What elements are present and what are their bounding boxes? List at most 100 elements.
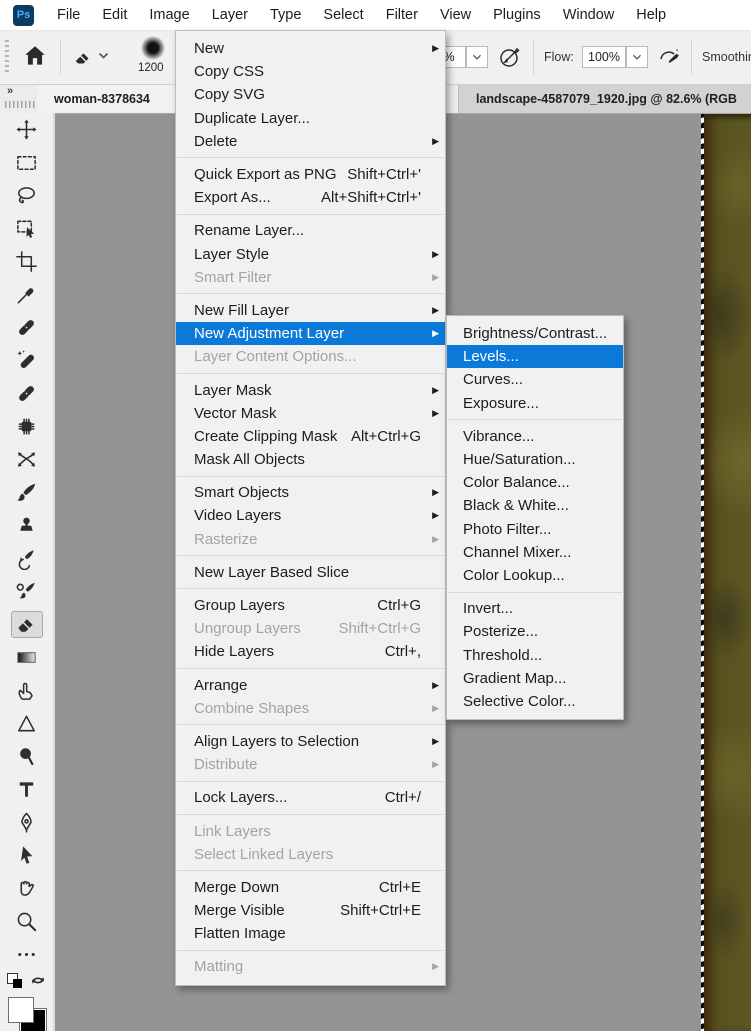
menu-item-create-clipping-mask[interactable]: Create Clipping Mask Alt+Ctrl+G bbox=[176, 425, 445, 448]
tool-gradient[interactable] bbox=[11, 644, 43, 671]
tool-move[interactable] bbox=[11, 116, 43, 143]
flow-value-box[interactable]: 100% bbox=[582, 46, 626, 68]
swap-colors-icon[interactable] bbox=[29, 971, 47, 994]
menu-item-vector-mask[interactable]: Vector Mask ▶ bbox=[176, 402, 445, 425]
menu-item-merge-visible[interactable]: Merge Visible Shift+Ctrl+E bbox=[176, 899, 445, 922]
menu-item-color-balance[interactable]: Color Balance... bbox=[447, 471, 623, 494]
tool-lasso[interactable] bbox=[11, 182, 43, 209]
menu-item-ungroup-layers[interactable]: Ungroup Layers Shift+Ctrl+G bbox=[176, 617, 445, 640]
tool-blur[interactable] bbox=[11, 710, 43, 737]
menubar-item-help[interactable]: Help bbox=[625, 0, 677, 30]
tool-remove[interactable] bbox=[11, 413, 43, 440]
pressure-opacity-icon[interactable] bbox=[498, 45, 522, 69]
brush-preview-icon[interactable] bbox=[141, 36, 165, 60]
tool-rectangular-marquee[interactable] bbox=[11, 149, 43, 176]
menubar-item-image[interactable]: Image bbox=[138, 0, 200, 30]
menubar-item-layer[interactable]: Layer bbox=[201, 0, 259, 30]
opacity-dropdown-button[interactable] bbox=[466, 46, 488, 68]
menu-item-smart-filter[interactable]: Smart Filter ▶ bbox=[176, 266, 445, 289]
flow-dropdown-button[interactable] bbox=[626, 46, 648, 68]
menubar-item-edit[interactable]: Edit bbox=[91, 0, 138, 30]
tool-eyedropper[interactable] bbox=[11, 281, 43, 308]
chevron-down-icon[interactable] bbox=[98, 52, 109, 60]
menu-item-copy-css[interactable]: Copy CSS bbox=[176, 60, 445, 83]
tool-smudge[interactable] bbox=[11, 677, 43, 704]
menu-item-smart-objects[interactable]: Smart Objects ▶ bbox=[176, 481, 445, 504]
tab-landscape-document[interactable]: landscape-4587079_1920.jpg @ 82.6% (RGB bbox=[458, 84, 751, 113]
menu-item-link-layers[interactable]: Link Layers bbox=[176, 819, 445, 842]
menu-item-black-white[interactable]: Black & White... bbox=[447, 494, 623, 517]
menu-item-distribute[interactable]: Distribute ▶ bbox=[176, 753, 445, 776]
menubar-item-view[interactable]: View bbox=[429, 0, 482, 30]
tool-crop[interactable] bbox=[11, 248, 43, 275]
menu-item-invert[interactable]: Invert... bbox=[447, 597, 623, 620]
menu-item-quick-export-as-png[interactable]: Quick Export as PNG Shift+Ctrl+' bbox=[176, 163, 445, 186]
airbrush-icon[interactable] bbox=[657, 45, 681, 69]
menubar-item-window[interactable]: Window bbox=[552, 0, 626, 30]
tool-more-tools[interactable] bbox=[11, 941, 43, 968]
menu-item-matting[interactable]: Matting ▶ bbox=[176, 955, 445, 978]
menu-item-select-linked-layers[interactable]: Select Linked Layers bbox=[176, 843, 445, 866]
default-colors-icon[interactable] bbox=[6, 973, 22, 988]
menubar-item-file[interactable]: File bbox=[46, 0, 91, 30]
tab-woman-document[interactable]: woman-8378634 bbox=[37, 84, 183, 113]
home-icon[interactable] bbox=[22, 43, 48, 69]
menu-item-video-layers[interactable]: Video Layers ▶ bbox=[176, 504, 445, 527]
menu-item-duplicate-layer[interactable]: Duplicate Layer... bbox=[176, 107, 445, 130]
menu-item-vibrance[interactable]: Vibrance... bbox=[447, 425, 623, 448]
eraser-preset-icon[interactable] bbox=[72, 47, 94, 69]
menu-item-channel-mixer[interactable]: Channel Mixer... bbox=[447, 541, 623, 564]
tool-path-selection[interactable] bbox=[11, 842, 43, 869]
tool-healing-brush[interactable] bbox=[11, 347, 43, 374]
menu-item-copy-svg[interactable]: Copy SVG bbox=[176, 83, 445, 106]
menu-item-new-fill-layer[interactable]: New Fill Layer ▶ bbox=[176, 299, 445, 322]
tool-pen[interactable] bbox=[11, 809, 43, 836]
menu-item-posterize[interactable]: Posterize... bbox=[447, 620, 623, 643]
menu-item-layer-style[interactable]: Layer Style ▶ bbox=[176, 243, 445, 266]
tool-patch[interactable] bbox=[11, 380, 43, 407]
menubar-item-select[interactable]: Select bbox=[312, 0, 374, 30]
foreground-background-swatches[interactable] bbox=[7, 997, 47, 1031]
menu-item-selective-color[interactable]: Selective Color... bbox=[447, 690, 623, 713]
tool-history-brush[interactable] bbox=[11, 545, 43, 572]
menu-item-new[interactable]: New ▶ bbox=[176, 37, 445, 60]
menu-item-curves[interactable]: Curves... bbox=[447, 368, 623, 391]
menu-item-new-adjustment-layer[interactable]: New Adjustment Layer ▶ bbox=[176, 322, 445, 346]
tool-spot-healing-brush[interactable] bbox=[11, 314, 43, 341]
menu-item-export-as[interactable]: Export As... Alt+Shift+Ctrl+' bbox=[176, 186, 445, 209]
menubar-item-plugins[interactable]: Plugins bbox=[482, 0, 552, 30]
tool-hand[interactable] bbox=[11, 875, 43, 902]
menu-item-photo-filter[interactable]: Photo Filter... bbox=[447, 518, 623, 541]
tool-clone-stamp[interactable] bbox=[11, 512, 43, 539]
menubar-item-filter[interactable]: Filter bbox=[375, 0, 429, 30]
tool-brush[interactable] bbox=[11, 479, 43, 506]
menu-item-hide-layers[interactable]: Hide Layers Ctrl+, bbox=[176, 640, 445, 663]
menu-item-gradient-map[interactable]: Gradient Map... bbox=[447, 667, 623, 690]
document-image[interactable] bbox=[704, 113, 751, 1031]
menu-item-merge-down[interactable]: Merge Down Ctrl+E bbox=[176, 876, 445, 899]
panel-collapse-chevrons-icon[interactable]: » bbox=[7, 85, 13, 97]
menu-item-combine-shapes[interactable]: Combine Shapes ▶ bbox=[176, 697, 445, 720]
menu-item-levels[interactable]: Levels... bbox=[447, 345, 623, 369]
menu-item-rasterize[interactable]: Rasterize ▶ bbox=[176, 528, 445, 551]
menu-item-flatten-image[interactable]: Flatten Image bbox=[176, 922, 445, 945]
menu-item-lock-layers[interactable]: Lock Layers... Ctrl+/ bbox=[176, 786, 445, 809]
menu-item-layer-mask[interactable]: Layer Mask ▶ bbox=[176, 378, 445, 401]
menu-item-rename-layer[interactable]: Rename Layer... bbox=[176, 219, 445, 242]
tool-zoom[interactable] bbox=[11, 908, 43, 935]
menu-item-brightness-contrast[interactable]: Brightness/Contrast... bbox=[447, 322, 623, 345]
menu-item-color-lookup[interactable]: Color Lookup... bbox=[447, 564, 623, 587]
menu-item-group-layers[interactable]: Group Layers Ctrl+G bbox=[176, 594, 445, 617]
menu-item-layer-content-options[interactable]: Layer Content Options... bbox=[176, 345, 445, 368]
menubar-item-type[interactable]: Type bbox=[259, 0, 312, 30]
menu-item-hue-saturation[interactable]: Hue/Saturation... bbox=[447, 448, 623, 471]
foreground-color-swatch[interactable] bbox=[7, 997, 34, 1023]
tool-type[interactable] bbox=[11, 776, 43, 803]
menu-item-delete[interactable]: Delete ▶ bbox=[176, 130, 445, 153]
menu-item-align-layers-to-selection[interactable]: Align Layers to Selection ▶ bbox=[176, 730, 445, 753]
menu-item-mask-all-objects[interactable]: Mask All Objects bbox=[176, 448, 445, 471]
menu-item-arrange[interactable]: Arrange ▶ bbox=[176, 674, 445, 697]
menu-item-threshold[interactable]: Threshold... bbox=[447, 643, 623, 666]
tool-content-aware-move[interactable] bbox=[11, 446, 43, 473]
tool-eraser-selected[interactable] bbox=[10, 611, 43, 638]
